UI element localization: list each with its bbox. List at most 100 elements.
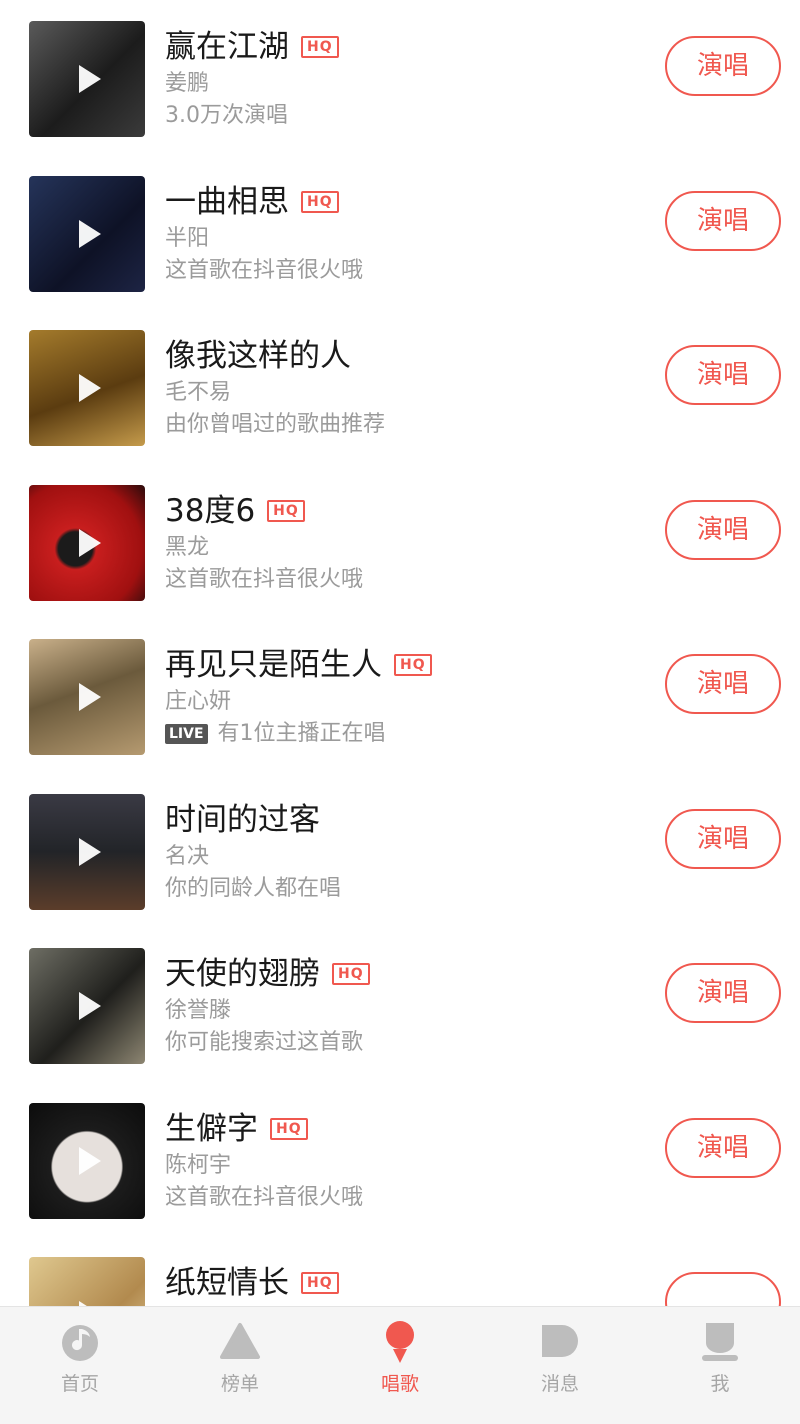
tab-sing-label: 唱歌 (380, 1373, 419, 1395)
music-note-icon (62, 1325, 98, 1361)
song-title-line: 38度6 HQ (165, 491, 305, 531)
song-subtitle-text: 这首歌在抖音很火哦 (165, 257, 364, 283)
song-title-line: 纸短情长 HQ (165, 1263, 339, 1303)
song-row[interactable]: 天使的翅膀 HQ 徐誉滕你可能搜索过这首歌 演唱 (0, 927, 800, 1081)
song-title-line: 生僻字 HQ (165, 1109, 308, 1149)
song-subtitle: 这首歌在抖音很火哦 (165, 564, 363, 596)
song-row[interactable]: 一曲相思 HQ 半阳这首歌在抖音很火哦 演唱 (0, 155, 800, 309)
artist-name: 庄心妍 (165, 689, 232, 714)
sing-button[interactable] (665, 1272, 781, 1306)
play-icon[interactable] (79, 1146, 101, 1175)
tab-charts-label: 榜单 (220, 1373, 259, 1395)
sing-button[interactable]: 演唱 (665, 1117, 781, 1178)
album-cover[interactable] (29, 1257, 145, 1306)
album-cover[interactable] (29, 175, 145, 292)
tab-home[interactable]: 首页 (0, 1307, 160, 1424)
song-title: 时间的过客 (165, 801, 320, 838)
song-title: 再见只是陌生人 (165, 647, 382, 683)
profile-icon (702, 1323, 738, 1361)
album-cover[interactable] (29, 21, 145, 137)
play-icon[interactable] (79, 528, 101, 557)
tab-me-label: 我 (710, 1373, 730, 1395)
hq-badge: HQ (394, 654, 432, 676)
sing-button[interactable]: 演唱 (665, 190, 781, 251)
song-title: 纸短情长 (165, 1265, 289, 1301)
play-icon[interactable] (79, 992, 101, 1020)
song-row[interactable]: 像我这样的人毛不易由你曾唱过的歌曲推荐 演唱 (0, 309, 800, 463)
play-icon[interactable] (79, 683, 101, 711)
song-title: 赢在江湖 (165, 29, 289, 65)
bottom-tab-bar: 首页 榜单 唱歌 消息 我 (0, 1306, 800, 1424)
chart-triangle-icon (220, 1323, 260, 1359)
song-subtitle: 3.0万次演唱 (165, 100, 288, 132)
play-icon[interactable] (79, 219, 101, 248)
song-list: 赢在江湖 HQ 姜鹏 3.0万次演唱 演唱 一曲相思 HQ 半阳 这首歌在抖音很火哦 演唱 像我这样… (0, 0, 800, 1306)
album-cover[interactable] (29, 1102, 145, 1219)
tab-charts[interactable]: 榜单 (160, 1307, 320, 1424)
artist-name: 毛不易 (165, 380, 232, 405)
album-cover[interactable] (29, 639, 145, 755)
hq-badge: HQ (267, 499, 305, 522)
song-row[interactable]: 赢在江湖 HQ 姜鹏 3.0万次演唱 演唱 (0, 0, 800, 154)
hq-badge: HQ (301, 190, 339, 213)
tab-me[interactable]: 我 (640, 1307, 800, 1424)
sing-button[interactable]: 演唱 (665, 963, 781, 1023)
sing-button[interactable]: 演唱 (665, 808, 781, 869)
artist-name: 黑龙 (165, 534, 210, 560)
song-subtitle-text: 由你曾唱过的歌曲推荐 (165, 412, 386, 437)
hq-badge: HQ (301, 1272, 339, 1294)
song-title-line: 时间的过客 (165, 800, 320, 840)
song-title-line: 再见只是陌生人 HQ (165, 645, 432, 685)
song-title-line: 天使的翅膀 HQ (165, 954, 370, 994)
song-title: 生僻字 (165, 1110, 258, 1147)
artist-name: 徐誉滕 (165, 998, 232, 1023)
play-icon[interactable] (79, 65, 101, 93)
sing-button[interactable]: 演唱 (665, 345, 781, 405)
tab-home-label: 首页 (60, 1373, 99, 1395)
tab-messages-label: 消息 (540, 1373, 579, 1395)
song-title: 天使的翅膀 (165, 956, 320, 992)
song-title-line: 一曲相思 HQ (165, 182, 339, 222)
play-icon[interactable] (79, 374, 101, 402)
song-subtitle-text: 有1位主播正在唱 (217, 721, 386, 746)
song-subtitle-text: 3.0万次演唱 (165, 103, 288, 128)
sing-button[interactable]: 演唱 (665, 654, 781, 714)
microphone-icon (386, 1321, 414, 1363)
artist-name: 陈柯宇 (165, 1152, 232, 1178)
song-title: 像我这样的人 (165, 338, 351, 374)
message-bubble-icon (542, 1325, 578, 1357)
tab-sing[interactable]: 唱歌 (320, 1307, 480, 1424)
song-subtitle: 由你曾唱过的歌曲推荐 (165, 409, 385, 441)
song-subtitle: LIVE 有1位主播正在唱 (165, 718, 386, 750)
song-row[interactable]: 再见只是陌生人 HQ 庄心妍 LIVE 有1位主播正在唱 演唱 (0, 618, 800, 772)
song-subtitle: 这首歌在抖音很火哦 (165, 255, 363, 287)
song-subtitle: 你的同龄人都在唱 (165, 873, 341, 905)
hq-badge: HQ (270, 1117, 308, 1140)
song-subtitle-text: 你可能搜索过这首歌 (165, 1030, 364, 1055)
play-icon[interactable] (79, 837, 101, 866)
song-subtitle: 你可能搜索过这首歌 (165, 1027, 363, 1059)
song-title-line: 赢在江湖 HQ (165, 27, 339, 67)
artist-name: 半阳 (165, 225, 210, 251)
song-row[interactable]: 纸短情长 HQ (0, 1236, 800, 1306)
song-subtitle-text: 你的同龄人都在唱 (165, 875, 342, 901)
artist-name: 姜鹏 (165, 71, 210, 96)
hq-badge: HQ (301, 36, 339, 58)
song-title: 38度6 (165, 492, 256, 529)
sing-button[interactable]: 演唱 (665, 499, 781, 560)
album-cover[interactable] (29, 330, 145, 446)
song-row[interactable]: 时间的过客名决你的同龄人都在唱 演唱 (0, 773, 800, 927)
live-badge: LIVE (165, 724, 208, 744)
album-cover[interactable] (29, 793, 145, 910)
song-row[interactable]: 生僻字 HQ 陈柯宇这首歌在抖音很火哦 演唱 (0, 1082, 800, 1236)
song-subtitle-text: 这首歌在抖音很火哦 (165, 566, 364, 592)
artist-name: 名决 (165, 843, 210, 869)
album-cover[interactable] (29, 484, 145, 601)
song-title-line: 像我这样的人 (165, 336, 351, 376)
song-subtitle: 这首歌在抖音很火哦 (165, 1182, 363, 1214)
album-cover[interactable] (29, 948, 145, 1064)
song-title: 一曲相思 (165, 183, 289, 220)
tab-messages[interactable]: 消息 (480, 1307, 640, 1424)
song-row[interactable]: 38度6 HQ 黑龙这首歌在抖音很火哦 演唱 (0, 464, 800, 618)
sing-button[interactable]: 演唱 (665, 36, 781, 96)
